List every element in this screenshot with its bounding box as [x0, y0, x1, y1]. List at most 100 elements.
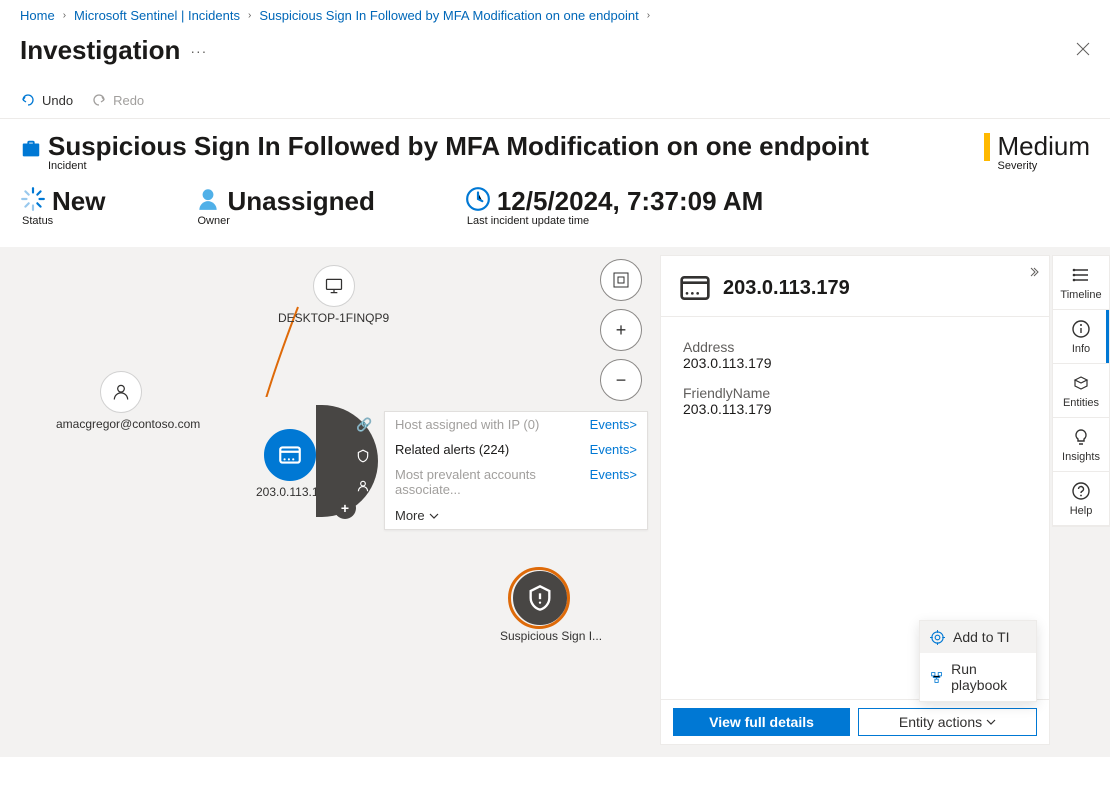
investigation-canvas: DESKTOP-1FINQP9 amacgregor@contoso.com 2… [0, 247, 1110, 757]
chevron-down-icon [986, 717, 996, 727]
chevron-right-icon: › [63, 10, 66, 21]
node-alert[interactable]: Suspicious Sign I... [500, 571, 602, 643]
ip-entity-icon [679, 272, 711, 304]
friendlyname-label: FriendlyName [683, 385, 1027, 401]
redo-label: Redo [113, 93, 144, 108]
entity-actions-button[interactable]: Entity actions [858, 708, 1037, 736]
entity-panel-title: 203.0.113.179 [723, 277, 1031, 300]
owner-block: Unassigned [195, 186, 374, 217]
monitor-icon [324, 276, 344, 296]
events-link[interactable]: Events> [590, 442, 637, 457]
breadcrumb-home[interactable]: Home [20, 8, 55, 23]
page-title: Investigation [20, 35, 180, 66]
status-value: New [52, 186, 105, 217]
briefcase-icon [20, 138, 42, 160]
rail-help-label: Help [1055, 505, 1107, 517]
more-icon[interactable]: ··· [190, 43, 207, 59]
events-link[interactable]: Events> [590, 467, 637, 497]
rail-insights-label: Insights [1055, 451, 1107, 463]
breadcrumb: Home › Microsoft Sentinel | Incidents › … [0, 0, 1110, 31]
view-full-details-button[interactable]: View full details [673, 708, 850, 736]
address-value: 203.0.113.179 [683, 355, 1027, 371]
close-icon [1076, 42, 1090, 56]
undo-icon [20, 92, 36, 108]
add-to-ti-item[interactable]: Add to TI [920, 621, 1036, 653]
run-playbook-label: Run playbook [951, 661, 1026, 693]
node-popup: Host assigned with IP (0) Events> Relate… [384, 411, 648, 530]
severity-value: Medium [998, 131, 1090, 162]
loading-icon [20, 186, 46, 215]
rail-info-label: Info [1055, 343, 1107, 355]
rail-insights[interactable]: Insights [1053, 418, 1109, 472]
info-icon [1072, 320, 1090, 338]
right-rail: Timeline Info Entities Insights Help [1052, 255, 1110, 527]
person-icon [111, 382, 131, 402]
node-user[interactable]: amacgregor@contoso.com [56, 371, 200, 431]
address-label: Address [683, 339, 1027, 355]
popup-more-button[interactable]: More [385, 502, 647, 529]
target-icon [930, 630, 945, 645]
add-to-ti-label: Add to TI [953, 629, 1010, 645]
zoom-out-button[interactable]: − [600, 359, 642, 401]
popup-row-hosts[interactable]: Host assigned with IP (0) Events> [385, 412, 647, 437]
redo-button: Redo [91, 92, 144, 108]
run-playbook-item[interactable]: Run playbook [920, 653, 1036, 701]
popup-row-accounts[interactable]: Most prevalent accounts associate... Eve… [385, 462, 647, 502]
status-block: New [20, 186, 105, 217]
zoom-controls: + − [600, 259, 642, 401]
page-header: Investigation ··· [0, 31, 1110, 86]
clock-icon [465, 186, 491, 215]
rail-help[interactable]: Help [1053, 472, 1109, 526]
popup-row-accounts-label: Most prevalent accounts associate... [395, 467, 590, 497]
timeline-icon [1072, 266, 1090, 284]
breadcrumb-sentinel[interactable]: Microsoft Sentinel | Incidents [74, 8, 240, 23]
time-block: 12/5/2024, 7:37:09 AM [465, 186, 763, 217]
ring-shield-icon[interactable] [356, 449, 370, 466]
time-value: 12/5/2024, 7:37:09 AM [497, 186, 763, 217]
node-host-label: DESKTOP-1FINQP9 [278, 311, 389, 325]
help-icon [1072, 482, 1090, 500]
person-icon [195, 186, 221, 215]
rail-timeline-label: Timeline [1055, 289, 1107, 301]
ring-link-icon[interactable]: 🔗 [356, 417, 372, 433]
ip-icon [277, 442, 303, 468]
entities-icon [1072, 374, 1090, 392]
popup-row-alerts[interactable]: Related alerts (224) Events> [385, 437, 647, 462]
severity-badge: Medium [984, 131, 1090, 162]
undo-button[interactable]: Undo [20, 92, 73, 108]
chevron-right-icon: › [248, 10, 251, 21]
owner-value: Unassigned [227, 186, 374, 217]
incident-header: Suspicious Sign In Followed by MFA Modif… [0, 119, 1110, 247]
node-alert-label: Suspicious Sign I... [500, 629, 602, 643]
entity-actions-menu: Add to TI Run playbook [919, 620, 1037, 702]
chevron-right-icon: › [647, 10, 650, 21]
redo-icon [91, 92, 107, 108]
undo-label: Undo [42, 93, 73, 108]
entity-panel: 203.0.113.179 Address 203.0.113.179 Frie… [660, 255, 1050, 745]
zoom-in-button[interactable]: + [600, 309, 642, 351]
chevron-down-icon [429, 511, 439, 521]
popup-row-alerts-label: Related alerts (224) [395, 442, 509, 457]
severity-color-bar [984, 133, 990, 161]
breadcrumb-incident[interactable]: Suspicious Sign In Followed by MFA Modif… [259, 8, 638, 23]
collapse-panel-icon[interactable] [1027, 266, 1039, 278]
fit-icon [613, 272, 629, 288]
fit-button[interactable] [600, 259, 642, 301]
expand-node-button[interactable]: + [334, 497, 356, 519]
toolbar: Undo Redo [0, 86, 1110, 119]
rail-info[interactable]: Info [1053, 310, 1109, 364]
entity-actions-label: Entity actions [899, 714, 982, 730]
close-button[interactable] [1076, 40, 1090, 61]
node-host[interactable]: DESKTOP-1FINQP9 [278, 265, 389, 325]
events-link[interactable]: Events> [590, 417, 637, 432]
rail-entities-label: Entities [1055, 397, 1107, 409]
insights-icon [1072, 428, 1090, 446]
incident-title: Suspicious Sign In Followed by MFA Modif… [48, 131, 869, 162]
rail-entities[interactable]: Entities [1053, 364, 1109, 418]
popup-row-hosts-label: Host assigned with IP (0) [395, 417, 539, 432]
ring-account-icon[interactable] [356, 479, 370, 496]
rail-timeline[interactable]: Timeline [1053, 256, 1109, 310]
shield-alert-icon [526, 584, 554, 612]
node-user-label: amacgregor@contoso.com [56, 417, 200, 431]
playbook-icon [930, 670, 943, 685]
